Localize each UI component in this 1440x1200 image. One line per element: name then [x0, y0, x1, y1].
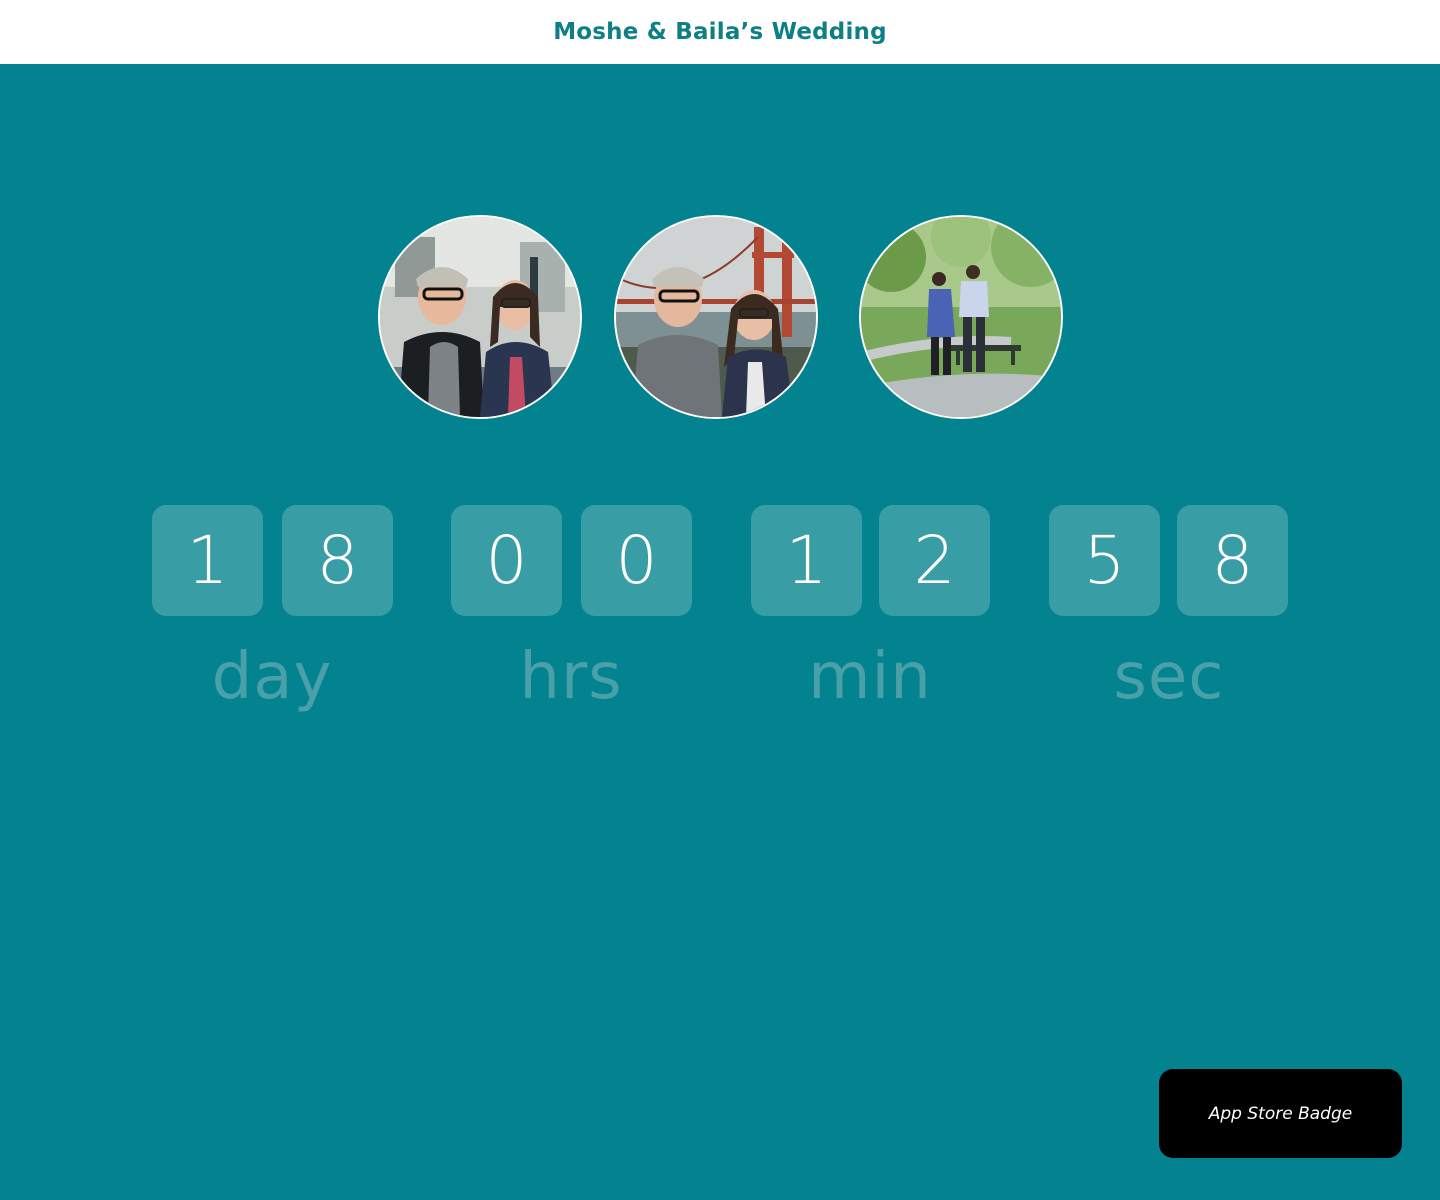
- minutes-digit-tens: 1: [751, 505, 862, 616]
- seconds-label: sec: [1113, 640, 1225, 714]
- hours-label: hrs: [519, 640, 623, 714]
- minutes-digit-ones: 2: [879, 505, 990, 616]
- photo-strip: [0, 215, 1440, 419]
- page-title: Moshe & Baila’s Wedding: [553, 19, 887, 45]
- hours-digit-tens: 0: [451, 505, 562, 616]
- days-label: day: [211, 640, 333, 714]
- app-store-badge-button[interactable]: App Store Badge: [1159, 1069, 1402, 1158]
- days-digit-tens: 1: [152, 505, 263, 616]
- top-bar: Moshe & Baila’s Wedding: [0, 0, 1440, 64]
- countdown-unit-labels: day hrs min sec: [0, 640, 1440, 730]
- countdown-timer: 1 8 0 0 1 2 5 8: [0, 505, 1440, 616]
- seconds-digit-tens: 5: [1049, 505, 1160, 616]
- minutes-label: min: [808, 640, 932, 714]
- hours-digit-ones: 0: [581, 505, 692, 616]
- couple-walking-park-photo: [859, 215, 1063, 419]
- couple-indoor-photo: [378, 215, 582, 419]
- seconds-digit-ones: 8: [1177, 505, 1288, 616]
- couple-golden-gate-photo: [614, 215, 818, 419]
- days-digit-ones: 8: [282, 505, 393, 616]
